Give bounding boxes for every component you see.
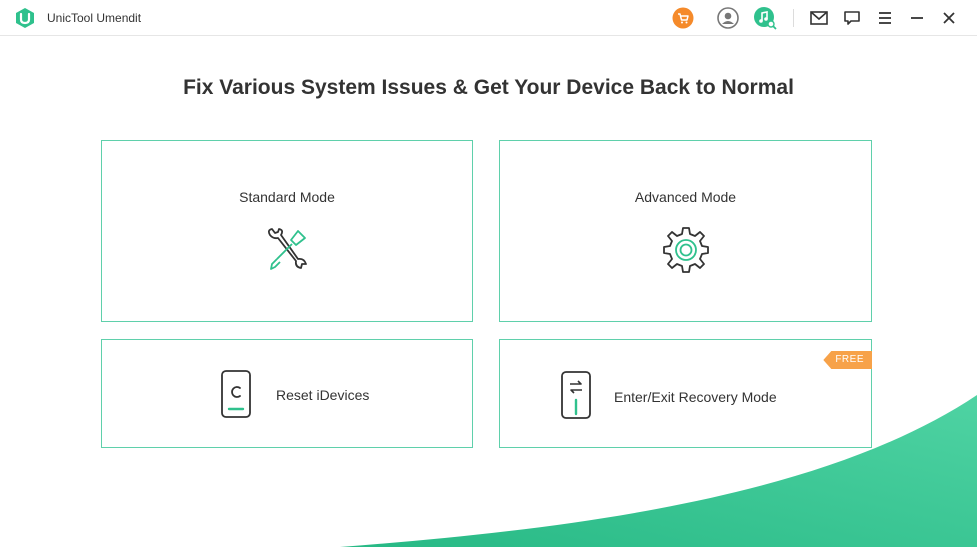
feedback-button[interactable]: [840, 6, 864, 30]
app-title: UnicTool Umendit: [47, 11, 142, 25]
menu-button[interactable]: [873, 6, 897, 30]
standard-mode-card[interactable]: Standard Mode: [101, 140, 473, 322]
close-button[interactable]: [937, 6, 961, 30]
feedback-icon: [844, 11, 860, 25]
recovery-mode-label: Enter/Exit Recovery Mode: [614, 389, 777, 405]
minimize-button[interactable]: [905, 6, 929, 30]
close-icon: [943, 12, 955, 24]
page-title: Fix Various System Issues & Get Your Dev…: [183, 76, 794, 99]
account-button[interactable]: [716, 6, 740, 30]
mail-icon: [810, 11, 828, 25]
title-bar: UnicTool Umendit: [0, 0, 977, 36]
wrench-screwdriver-icon: [267, 228, 307, 270]
toolbar-divider: [793, 9, 794, 27]
phone-recovery-icon: [561, 371, 591, 419]
mail-button[interactable]: [807, 6, 831, 30]
free-badge: FREE: [823, 351, 872, 369]
minimize-icon: [911, 17, 923, 19]
standard-mode-label: Standard Mode: [239, 189, 335, 205]
user-account-icon: [717, 7, 739, 29]
reset-idevices-label: Reset iDevices: [276, 387, 370, 403]
cart-icon: [672, 7, 694, 29]
gear-icon: [662, 227, 709, 273]
unictool-logo-icon: [16, 8, 34, 28]
recovery-mode-card[interactable]: FREE Enter/Exit Recovery Mode: [499, 339, 872, 448]
music-tool-button[interactable]: [753, 6, 777, 30]
cart-button[interactable]: [671, 6, 695, 30]
phone-reset-icon: [221, 370, 251, 418]
menu-icon: [879, 12, 891, 24]
advanced-mode-label: Advanced Mode: [634, 189, 737, 205]
advanced-mode-card[interactable]: Advanced Mode: [499, 140, 872, 322]
music-search-icon: [754, 7, 777, 30]
reset-idevices-card[interactable]: Reset iDevices: [101, 339, 473, 448]
